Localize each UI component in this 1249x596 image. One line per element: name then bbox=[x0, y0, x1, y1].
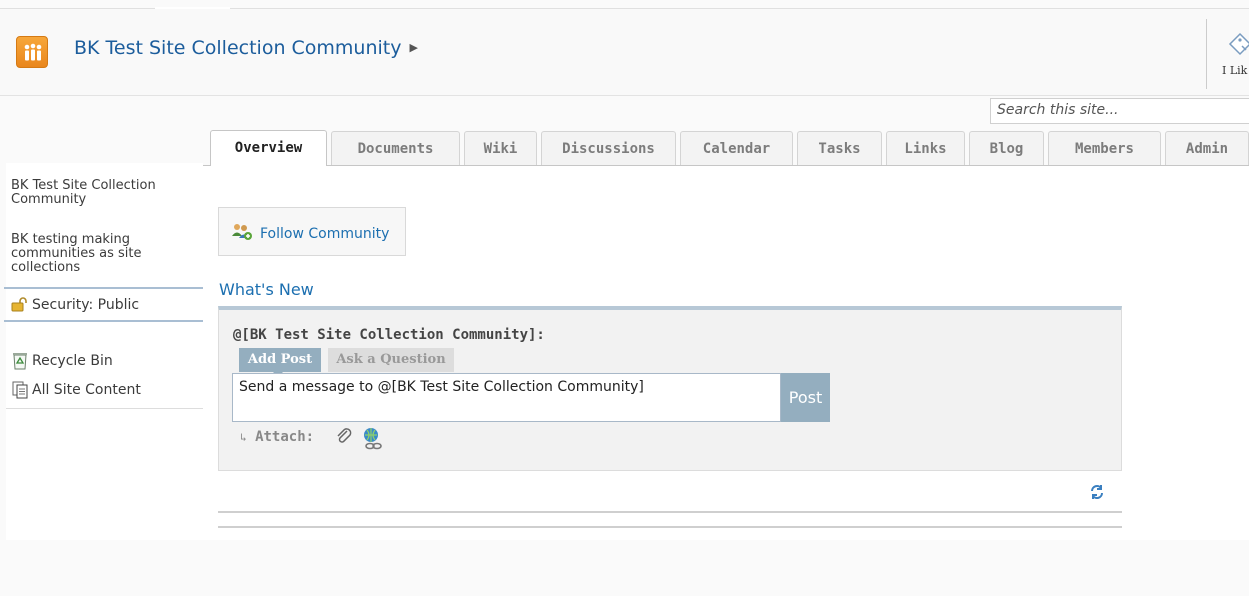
tab-admin[interactable]: Admin bbox=[1165, 131, 1249, 165]
attach-text: Attach: bbox=[255, 429, 315, 445]
tab-tasks[interactable]: Tasks bbox=[797, 131, 882, 165]
tab-blog[interactable]: Blog bbox=[969, 131, 1044, 165]
header-divider bbox=[1206, 19, 1207, 89]
site-title-text[interactable]: BK Test Site Collection Community bbox=[74, 37, 402, 59]
link-globe-icon[interactable] bbox=[362, 427, 384, 455]
tab-discussions[interactable]: Discussions bbox=[541, 131, 676, 165]
tab-add-post[interactable]: Add Post bbox=[239, 348, 321, 372]
sidebar-divider bbox=[4, 287, 203, 289]
message-input[interactable]: Send a message to @[BK Test Site Collect… bbox=[232, 373, 781, 422]
breadcrumb-arrow-icon[interactable]: ▶ bbox=[410, 41, 418, 54]
sidebar-item-all-site-content[interactable]: All Site Content bbox=[32, 382, 141, 398]
sidebar-divider bbox=[4, 320, 203, 322]
attach-label: ↳ Attach: bbox=[240, 429, 314, 445]
site-content-icon[interactable] bbox=[12, 381, 28, 403]
search-input[interactable]: Search this site... bbox=[990, 98, 1249, 124]
tab-members[interactable]: Members bbox=[1048, 131, 1161, 165]
tab-calendar[interactable]: Calendar bbox=[680, 131, 793, 165]
community-logo-icon[interactable] bbox=[16, 36, 48, 68]
whats-new-heading[interactable]: What's New bbox=[219, 280, 314, 299]
tab-wiki[interactable]: Wiki bbox=[464, 131, 537, 165]
feed-divider bbox=[218, 511, 1122, 513]
tab-overview[interactable]: Overview bbox=[210, 130, 327, 166]
refresh-icon[interactable] bbox=[1089, 484, 1105, 504]
i-like-it-button[interactable]: I Lik bbox=[1222, 64, 1247, 77]
sidebar-divider bbox=[6, 408, 203, 409]
site-title[interactable]: BK Test Site Collection Community ▶ bbox=[74, 37, 418, 59]
tab-documents[interactable]: Documents bbox=[331, 131, 460, 165]
tag-icon[interactable] bbox=[1228, 32, 1249, 62]
community-description: BK testing making communities as site co… bbox=[11, 232, 142, 275]
attach-arrow-icon: ↳ bbox=[240, 431, 247, 444]
feed-divider bbox=[218, 526, 1122, 528]
site-header: BK Test Site Collection Community ▶ I Lik bbox=[0, 9, 1249, 96]
security-label: Security: Public bbox=[32, 297, 140, 313]
follow-community-label[interactable]: Follow Community bbox=[260, 226, 389, 242]
recycle-bin-icon[interactable] bbox=[12, 352, 28, 374]
paperclip-icon[interactable] bbox=[335, 428, 353, 450]
mention-label: @[BK Test Site Collection Community]: bbox=[233, 327, 545, 343]
security-lock-icon bbox=[11, 297, 28, 316]
tab-ask-question[interactable]: Ask a Question bbox=[328, 348, 454, 372]
post-button[interactable]: Post bbox=[781, 373, 830, 422]
sidebar-item-recycle-bin[interactable]: Recycle Bin bbox=[32, 353, 113, 369]
follow-people-icon bbox=[231, 223, 253, 245]
tab-links[interactable]: Links bbox=[886, 131, 965, 165]
left-navigation: BK Test Site Collection Community BK tes… bbox=[6, 163, 203, 540]
community-name[interactable]: BK Test Site Collection Community bbox=[11, 179, 191, 207]
follow-community-button[interactable]: Follow Community bbox=[218, 207, 406, 256]
